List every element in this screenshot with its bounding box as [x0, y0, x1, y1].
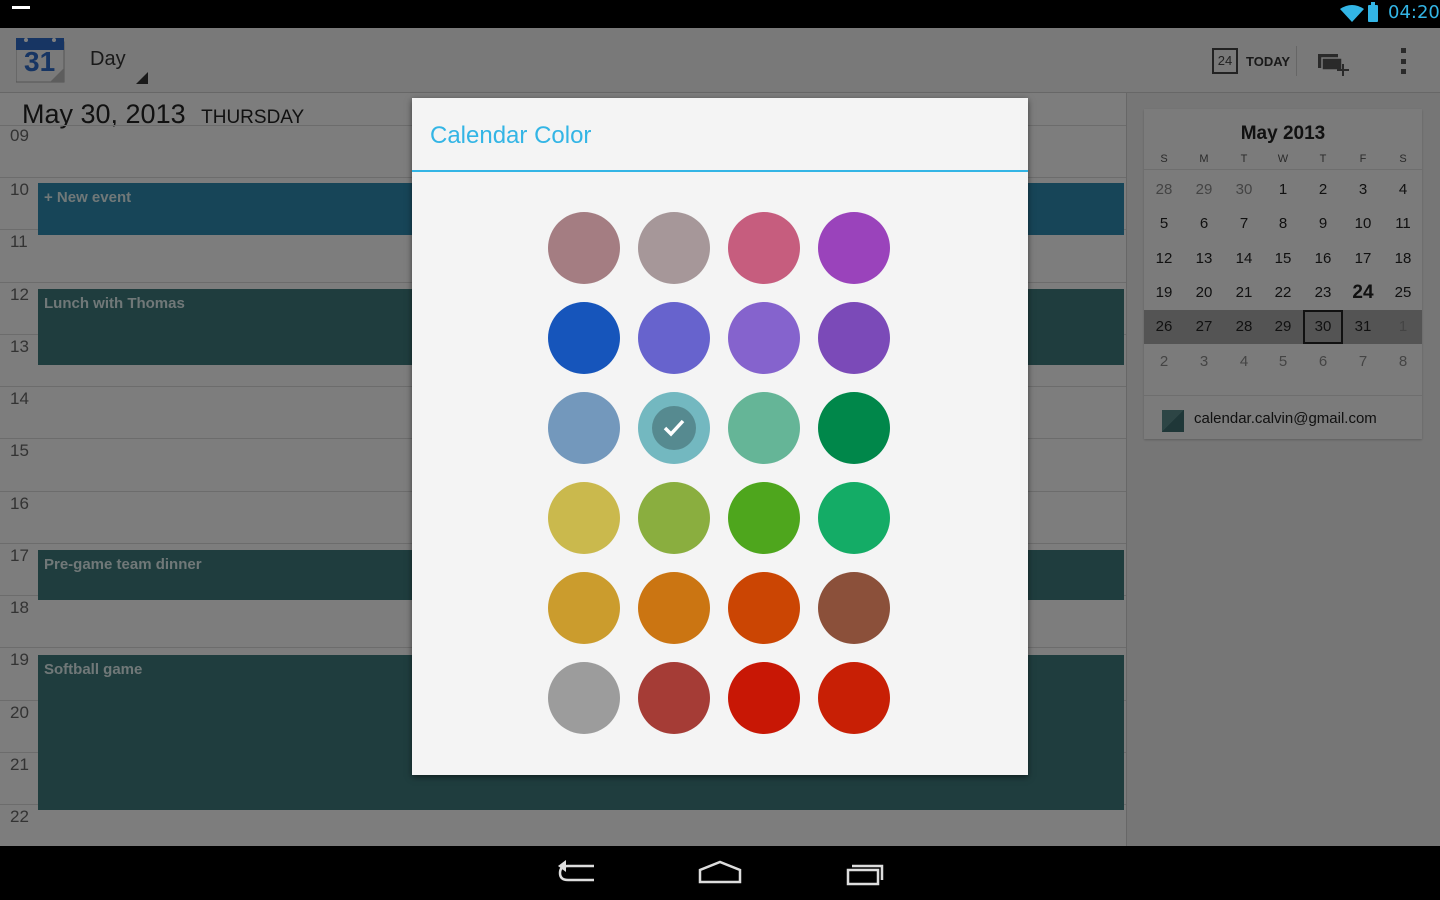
color-swatch[interactable] — [638, 572, 710, 644]
back-icon — [558, 860, 594, 882]
color-swatch[interactable] — [728, 662, 800, 734]
color-swatch[interactable] — [638, 392, 710, 464]
status-bar: 04:20 — [0, 0, 1440, 28]
color-swatch[interactable] — [548, 392, 620, 464]
color-swatch[interactable] — [638, 662, 710, 734]
checkmark-icon — [652, 406, 696, 450]
color-swatch[interactable] — [638, 212, 710, 284]
color-swatch[interactable] — [638, 482, 710, 554]
color-swatch-grid — [548, 212, 892, 736]
color-swatch[interactable] — [548, 572, 620, 644]
color-swatch[interactable] — [728, 392, 800, 464]
recents-icon — [846, 864, 884, 886]
color-swatch[interactable] — [728, 302, 800, 374]
battery-icon — [1368, 2, 1378, 22]
navigation-bar — [0, 846, 1440, 900]
color-swatch[interactable] — [548, 212, 620, 284]
dialog-title: Calendar Color — [430, 122, 592, 149]
color-swatch[interactable] — [818, 662, 890, 734]
home-button[interactable] — [690, 858, 750, 888]
home-icon — [698, 860, 742, 884]
color-swatch[interactable] — [818, 482, 890, 554]
recents-button[interactable] — [836, 858, 896, 888]
color-swatch[interactable] — [548, 302, 620, 374]
color-swatch[interactable] — [728, 212, 800, 284]
color-swatch[interactable] — [818, 572, 890, 644]
dialog-title-divider — [412, 170, 1028, 172]
status-clock: 04:20 — [1388, 2, 1440, 23]
color-swatch[interactable] — [728, 482, 800, 554]
color-swatch[interactable] — [818, 212, 890, 284]
notification-icon — [12, 6, 30, 9]
color-swatch[interactable] — [548, 662, 620, 734]
color-swatch[interactable] — [818, 392, 890, 464]
wifi-icon — [1340, 5, 1364, 22]
color-swatch[interactable] — [548, 482, 620, 554]
color-swatch[interactable] — [638, 302, 710, 374]
color-swatch[interactable] — [728, 572, 800, 644]
back-button[interactable] — [546, 858, 606, 888]
color-swatch[interactable] — [818, 302, 890, 374]
calendar-color-dialog: Calendar Color — [412, 98, 1028, 775]
